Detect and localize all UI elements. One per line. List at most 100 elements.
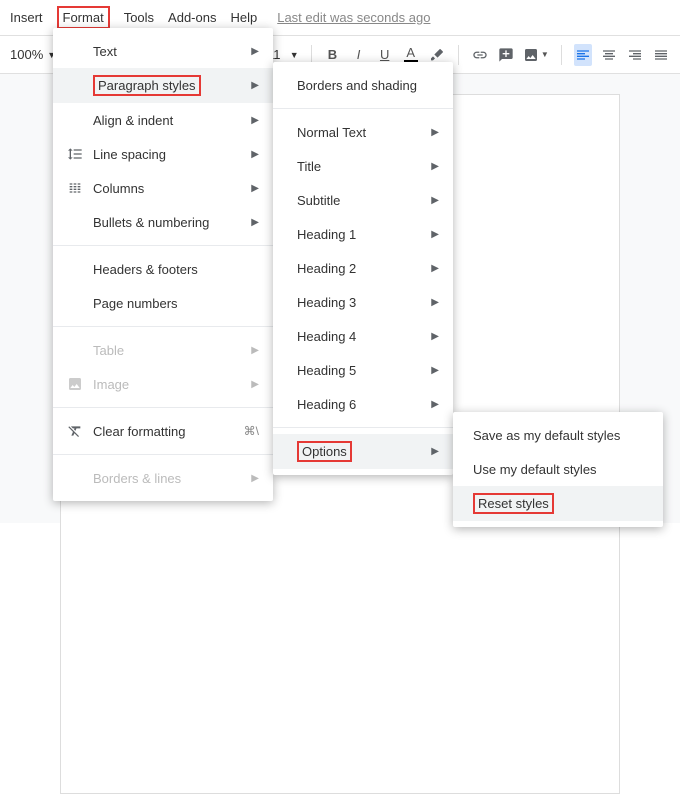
divider bbox=[273, 108, 453, 109]
insert-image-button[interactable]: ▼ bbox=[523, 44, 549, 66]
menu-label: Bullets & numbering bbox=[93, 215, 243, 230]
menu-label: Save as my default styles bbox=[473, 428, 647, 443]
menu-item-heading6[interactable]: Heading 6 ▶ bbox=[273, 387, 453, 421]
divider bbox=[53, 454, 273, 455]
chevron-down-icon: ▼ bbox=[290, 50, 299, 60]
menu-label: Page numbers bbox=[93, 296, 259, 311]
menu-label: Image bbox=[93, 377, 243, 392]
last-edit-link[interactable]: Last edit was seconds ago bbox=[277, 10, 430, 25]
chevron-down-icon: ▼ bbox=[541, 50, 549, 59]
menu-item-page-numbers[interactable]: Page numbers bbox=[53, 286, 273, 320]
menu-item-use-default[interactable]: Use my default styles bbox=[453, 452, 663, 486]
chevron-right-icon: ▶ bbox=[431, 263, 439, 274]
paragraph-styles-dropdown: Borders and shading Normal Text ▶ Title … bbox=[273, 62, 453, 475]
align-right-icon bbox=[627, 47, 643, 63]
align-left-button[interactable] bbox=[574, 44, 592, 66]
menu-label: Columns bbox=[93, 181, 243, 196]
link-icon bbox=[472, 47, 488, 63]
menu-help[interactable]: Help bbox=[230, 10, 257, 25]
align-right-button[interactable] bbox=[626, 44, 644, 66]
menu-item-heading2[interactable]: Heading 2 ▶ bbox=[273, 251, 453, 285]
menu-item-columns[interactable]: Columns ▶ bbox=[53, 171, 273, 205]
chevron-right-icon: ▶ bbox=[431, 229, 439, 240]
align-center-button[interactable] bbox=[600, 44, 618, 66]
menu-item-line-spacing[interactable]: Line spacing ▶ bbox=[53, 137, 273, 171]
menu-insert[interactable]: Insert bbox=[10, 10, 43, 25]
menu-label: Heading 3 bbox=[297, 295, 423, 310]
chevron-right-icon: ▶ bbox=[251, 345, 259, 356]
chevron-right-icon: ▶ bbox=[431, 195, 439, 206]
comment-icon bbox=[498, 47, 514, 63]
menu-item-paragraph-styles[interactable]: Paragraph styles ▶ bbox=[53, 68, 273, 103]
menu-item-reset-styles[interactable]: Reset styles bbox=[453, 486, 663, 521]
menu-item-heading5[interactable]: Heading 5 ▶ bbox=[273, 353, 453, 387]
image-icon bbox=[67, 376, 93, 392]
highlighter-icon bbox=[429, 47, 445, 63]
menu-item-align-indent[interactable]: Align & indent ▶ bbox=[53, 103, 273, 137]
menu-label: Heading 1 bbox=[297, 227, 423, 242]
menu-label: Line spacing bbox=[93, 147, 243, 162]
menu-item-save-default[interactable]: Save as my default styles bbox=[453, 418, 663, 452]
menu-label: Use my default styles bbox=[473, 462, 647, 477]
menu-label: Borders and shading bbox=[297, 78, 439, 93]
menu-item-headers-footers[interactable]: Headers & footers bbox=[53, 252, 273, 286]
menu-item-heading1[interactable]: Heading 1 ▶ bbox=[273, 217, 453, 251]
separator bbox=[561, 45, 562, 65]
menu-item-borders-shading[interactable]: Borders and shading bbox=[273, 68, 453, 102]
menu-label: Subtitle bbox=[297, 193, 423, 208]
divider bbox=[53, 245, 273, 246]
menu-label: Options bbox=[297, 441, 423, 462]
menu-item-image: Image ▶ bbox=[53, 367, 273, 401]
chevron-right-icon: ▶ bbox=[251, 379, 259, 390]
menu-label: Heading 6 bbox=[297, 397, 423, 412]
options-dropdown: Save as my default styles Use my default… bbox=[453, 412, 663, 527]
menu-item-options[interactable]: Options ▶ bbox=[273, 434, 453, 469]
align-center-icon bbox=[601, 47, 617, 63]
menu-addons[interactable]: Add-ons bbox=[168, 10, 216, 25]
menu-label: Clear formatting bbox=[93, 424, 236, 439]
align-justify-button[interactable] bbox=[652, 44, 670, 66]
clear-formatting-icon bbox=[67, 423, 93, 439]
chevron-right-icon: ▶ bbox=[251, 149, 259, 160]
chevron-right-icon: ▶ bbox=[431, 446, 439, 457]
menu-label: Paragraph styles bbox=[93, 75, 243, 96]
menu-item-borders-lines: Borders & lines ▶ bbox=[53, 461, 273, 495]
menu-label: Title bbox=[297, 159, 423, 174]
chevron-right-icon: ▶ bbox=[251, 115, 259, 126]
add-comment-button[interactable] bbox=[497, 44, 515, 66]
chevron-right-icon: ▶ bbox=[251, 473, 259, 484]
insert-link-button[interactable] bbox=[471, 44, 489, 66]
menu-item-heading3[interactable]: Heading 3 ▶ bbox=[273, 285, 453, 319]
menu-item-clear-formatting[interactable]: Clear formatting ⌘\ bbox=[53, 414, 273, 448]
menu-label: Text bbox=[93, 44, 243, 59]
menu-item-bullets-numbering[interactable]: Bullets & numbering ▶ bbox=[53, 205, 273, 239]
menu-label: Headers & footers bbox=[93, 262, 259, 277]
line-spacing-icon bbox=[67, 146, 93, 162]
menu-item-subtitle[interactable]: Subtitle ▶ bbox=[273, 183, 453, 217]
chevron-right-icon: ▶ bbox=[251, 80, 259, 91]
zoom-selector[interactable]: 100% ▼ bbox=[10, 47, 56, 62]
separator bbox=[458, 45, 459, 65]
chevron-right-icon: ▶ bbox=[431, 331, 439, 342]
menu-label: Heading 2 bbox=[297, 261, 423, 276]
menu-format[interactable]: Format bbox=[57, 6, 110, 29]
chevron-right-icon: ▶ bbox=[431, 297, 439, 308]
chevron-right-icon: ▶ bbox=[431, 399, 439, 410]
menu-label: Normal Text bbox=[297, 125, 423, 140]
menu-item-normal-text[interactable]: Normal Text ▶ bbox=[273, 115, 453, 149]
image-icon bbox=[523, 47, 539, 63]
menu-label: Borders & lines bbox=[93, 471, 243, 486]
divider bbox=[53, 407, 273, 408]
menu-label: Align & indent bbox=[93, 113, 243, 128]
menu-label: Reset styles bbox=[473, 493, 647, 514]
chevron-right-icon: ▶ bbox=[431, 127, 439, 138]
chevron-right-icon: ▶ bbox=[251, 217, 259, 228]
menu-label: Heading 5 bbox=[297, 363, 423, 378]
menu-item-heading4[interactable]: Heading 4 ▶ bbox=[273, 319, 453, 353]
menu-item-text[interactable]: Text ▶ bbox=[53, 34, 273, 68]
menu-item-title[interactable]: Title ▶ bbox=[273, 149, 453, 183]
chevron-right-icon: ▶ bbox=[251, 183, 259, 194]
align-justify-icon bbox=[653, 47, 669, 63]
chevron-right-icon: ▶ bbox=[431, 161, 439, 172]
menu-tools[interactable]: Tools bbox=[124, 10, 154, 25]
